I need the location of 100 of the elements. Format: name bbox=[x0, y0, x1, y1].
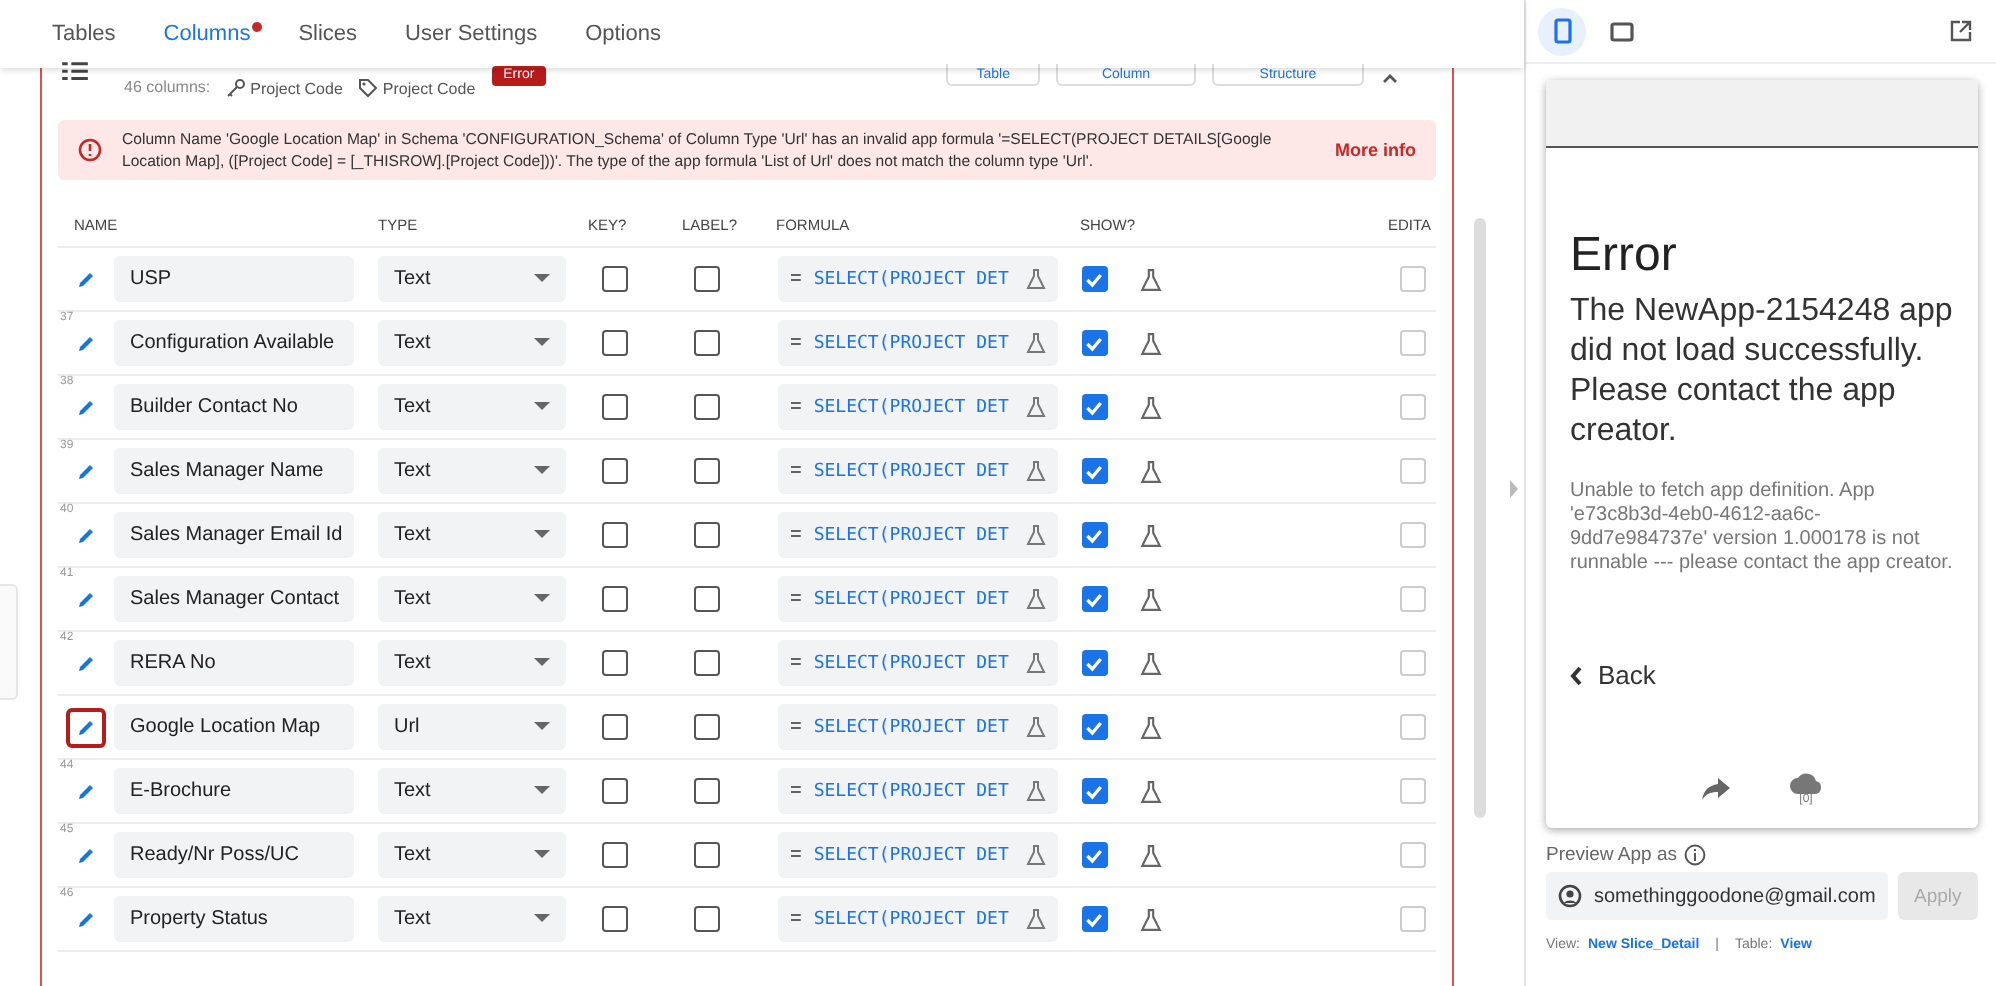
device-button[interactable] bbox=[1538, 7, 1586, 55]
cloud-icon[interactable] bbox=[1790, 771, 1822, 793]
edit-button[interactable] bbox=[66, 707, 106, 747]
key-checkbox[interactable] bbox=[601, 714, 627, 740]
name-field[interactable]: Sales Manager Contact bbox=[114, 576, 354, 622]
show-checkbox[interactable] bbox=[1081, 650, 1107, 676]
formula-field[interactable]: = SELECT(PROJECT DET bbox=[778, 256, 1058, 302]
type-select[interactable]: Text bbox=[378, 448, 566, 494]
editable-checkbox[interactable] bbox=[1399, 906, 1425, 932]
tab[interactable]: Slices bbox=[274, 0, 382, 68]
flask-icon[interactable] bbox=[1139, 651, 1161, 675]
collapse-icon[interactable] bbox=[1380, 69, 1400, 85]
scrollbar[interactable] bbox=[1473, 218, 1485, 818]
tab[interactable]: User Settings bbox=[381, 0, 562, 68]
editable-checkbox[interactable] bbox=[1399, 458, 1425, 484]
show-checkbox[interactable] bbox=[1081, 458, 1107, 484]
show-checkbox[interactable] bbox=[1081, 714, 1107, 740]
flask-icon[interactable] bbox=[1139, 843, 1161, 867]
flask-icon[interactable] bbox=[1139, 331, 1161, 355]
flask-icon[interactable] bbox=[1139, 459, 1161, 483]
type-select[interactable]: Text bbox=[378, 256, 566, 302]
label-checkbox[interactable] bbox=[693, 586, 719, 612]
flask-icon[interactable] bbox=[1026, 268, 1046, 290]
formula-field[interactable]: = SELECT(PROJECT DET bbox=[778, 384, 1058, 430]
flask-icon[interactable] bbox=[1026, 588, 1046, 610]
name-field[interactable]: Sales Manager Email Id bbox=[114, 512, 354, 558]
show-checkbox[interactable] bbox=[1081, 586, 1107, 612]
tab[interactable]: Options bbox=[561, 0, 685, 68]
key-checkbox[interactable] bbox=[601, 330, 627, 356]
name-field[interactable]: Configuration Available bbox=[114, 320, 354, 366]
key-checkbox[interactable] bbox=[601, 266, 627, 292]
flask-icon[interactable] bbox=[1139, 395, 1161, 419]
flask-icon[interactable] bbox=[1139, 267, 1161, 291]
editable-checkbox[interactable] bbox=[1399, 650, 1425, 676]
type-select[interactable]: Text bbox=[378, 640, 566, 686]
label-checkbox[interactable] bbox=[693, 842, 719, 868]
flask-icon[interactable] bbox=[1026, 396, 1046, 418]
flask-icon[interactable] bbox=[1026, 524, 1046, 546]
formula-field[interactable]: = SELECT(PROJECT DET bbox=[778, 896, 1058, 942]
name-field[interactable]: Builder Contact No bbox=[114, 384, 354, 430]
formula-field[interactable]: = SELECT(PROJECT DET bbox=[778, 320, 1058, 366]
editable-checkbox[interactable] bbox=[1399, 842, 1425, 868]
name-field[interactable]: Sales Manager Name bbox=[114, 448, 354, 494]
label-checkbox[interactable] bbox=[693, 458, 719, 484]
key-checkbox[interactable] bbox=[601, 458, 627, 484]
flask-icon[interactable] bbox=[1026, 844, 1046, 866]
key-checkbox[interactable] bbox=[601, 394, 627, 420]
type-select[interactable]: Text bbox=[378, 832, 566, 878]
formula-field[interactable]: = SELECT(PROJECT DET bbox=[778, 704, 1058, 750]
open-external-icon[interactable] bbox=[1950, 20, 1972, 42]
show-checkbox[interactable] bbox=[1081, 778, 1107, 804]
more-info-link[interactable]: More info bbox=[1327, 140, 1416, 160]
label-checkbox[interactable] bbox=[693, 714, 719, 740]
flask-icon[interactable] bbox=[1139, 779, 1161, 803]
editable-checkbox[interactable] bbox=[1399, 714, 1425, 740]
tab[interactable]: Columns bbox=[139, 0, 275, 68]
show-checkbox[interactable] bbox=[1081, 906, 1107, 932]
flask-icon[interactable] bbox=[1026, 780, 1046, 802]
back-button[interactable]: Back bbox=[1570, 660, 1656, 690]
editable-checkbox[interactable] bbox=[1399, 330, 1425, 356]
name-field[interactable]: E-Brochure bbox=[114, 768, 354, 814]
flask-icon[interactable] bbox=[1026, 332, 1046, 354]
user-email-field[interactable]: somethinggoodone@gmail.com bbox=[1546, 872, 1888, 920]
type-select[interactable]: Text bbox=[378, 320, 566, 366]
show-checkbox[interactable] bbox=[1081, 266, 1107, 292]
key-checkbox[interactable] bbox=[601, 522, 627, 548]
tab[interactable]: Tables bbox=[28, 0, 140, 68]
type-select[interactable]: Text bbox=[378, 384, 566, 430]
label-checkbox[interactable] bbox=[693, 778, 719, 804]
key-checkbox[interactable] bbox=[601, 778, 627, 804]
formula-field[interactable]: = SELECT(PROJECT DET bbox=[778, 768, 1058, 814]
formula-field[interactable]: = SELECT(PROJECT DET bbox=[778, 832, 1058, 878]
formula-field[interactable]: = SELECT(PROJECT DET bbox=[778, 640, 1058, 686]
name-field[interactable]: USP bbox=[114, 256, 354, 302]
label-checkbox[interactable] bbox=[693, 906, 719, 932]
type-select[interactable]: Url bbox=[378, 704, 566, 750]
key-checkbox[interactable] bbox=[601, 650, 627, 676]
type-select[interactable]: Text bbox=[378, 512, 566, 558]
name-field[interactable]: Property Status bbox=[114, 896, 354, 942]
info-icon[interactable] bbox=[1684, 844, 1707, 866]
show-checkbox[interactable] bbox=[1081, 842, 1107, 868]
name-field[interactable]: RERA No bbox=[114, 640, 354, 686]
type-select[interactable]: Text bbox=[378, 576, 566, 622]
show-checkbox[interactable] bbox=[1081, 330, 1107, 356]
flask-icon[interactable] bbox=[1026, 652, 1046, 674]
type-select[interactable]: Text bbox=[378, 896, 566, 942]
flask-icon[interactable] bbox=[1026, 716, 1046, 738]
key-checkbox[interactable] bbox=[601, 906, 627, 932]
flask-icon[interactable] bbox=[1139, 523, 1161, 547]
editable-checkbox[interactable] bbox=[1399, 266, 1425, 292]
editable-checkbox[interactable] bbox=[1399, 778, 1425, 804]
list-icon[interactable] bbox=[62, 62, 88, 84]
editable-checkbox[interactable] bbox=[1399, 586, 1425, 612]
show-checkbox[interactable] bbox=[1081, 394, 1107, 420]
flask-icon[interactable] bbox=[1139, 907, 1161, 931]
label-checkbox[interactable] bbox=[693, 522, 719, 548]
name-field[interactable]: Google Location Map bbox=[114, 704, 354, 750]
key-checkbox[interactable] bbox=[601, 842, 627, 868]
editable-checkbox[interactable] bbox=[1399, 394, 1425, 420]
editable-checkbox[interactable] bbox=[1399, 522, 1425, 548]
